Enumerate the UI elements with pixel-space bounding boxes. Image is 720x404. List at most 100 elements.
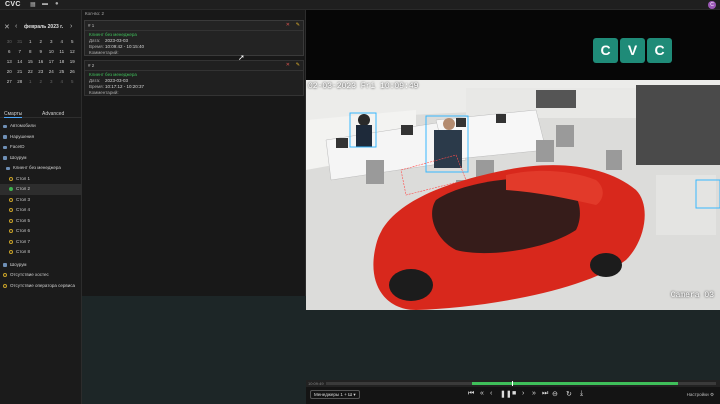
category-tree: Автомобили Нарушения FaceID Шоурум Клиен… xyxy=(0,121,82,291)
tree-item-table-2[interactable]: Стол 2 xyxy=(0,184,82,195)
tree-item-faceid[interactable]: FaceID xyxy=(0,142,82,153)
event-comment-row: Комментарий: xyxy=(89,90,119,95)
calendar-day[interactable]: 19 xyxy=(67,57,78,67)
calendar-day[interactable]: 12 xyxy=(67,47,78,57)
calendar-day[interactable]: 11 xyxy=(57,47,68,57)
download-icon[interactable]: ⤓ xyxy=(580,390,583,398)
top-bar: CVC ▦ ▬ ● C xyxy=(0,0,720,10)
forward-fast-icon[interactable]: » xyxy=(532,390,536,397)
empty-pane xyxy=(82,296,306,404)
calendar-day[interactable]: 10 xyxy=(46,47,57,57)
calendar-day[interactable]: 26 xyxy=(67,67,78,77)
skip-end-icon[interactable]: ⏭ xyxy=(542,390,548,398)
playhead[interactable] xyxy=(512,381,513,386)
skip-start-icon[interactable]: ⏮ xyxy=(468,390,474,398)
calendar-day[interactable]: 1 xyxy=(25,77,36,87)
calendar-row: 13 14 15 16 17 18 19 xyxy=(4,57,80,67)
left-sidebar: ✕ ‹ февраль 2023 г. › 30 31 1 2 3 4 5 6 … xyxy=(0,10,82,404)
next-arrow-icon[interactable]: › xyxy=(70,23,72,30)
timeline[interactable]: 10:09:49 xyxy=(306,380,720,387)
tree-item-cars[interactable]: Автомобили xyxy=(0,121,82,132)
calendar-day[interactable]: 16 xyxy=(36,57,47,67)
calendar-day[interactable]: 5 xyxy=(67,37,78,47)
pencil-icon[interactable]: ✎ xyxy=(296,62,300,68)
close-icon[interactable]: ✕ xyxy=(286,62,290,68)
calendar-day[interactable]: 27 xyxy=(4,77,15,87)
prev-arrow-icon[interactable]: ‹ xyxy=(15,23,17,30)
calendar-day[interactable]: 1 xyxy=(25,37,36,47)
calendar-day[interactable]: 3 xyxy=(46,77,57,87)
tab-advanced[interactable]: Advanced xyxy=(42,110,64,118)
calendar-day[interactable]: 14 xyxy=(15,57,26,67)
calendar-day[interactable]: 5 xyxy=(67,77,78,87)
pause-icon[interactable]: ❚❚ xyxy=(500,390,512,398)
recording-segment xyxy=(472,382,678,385)
folder-icon xyxy=(6,166,10,170)
event-card[interactable]: # 1 ✕ ✎ Клиент без менеджера Дата: 2023-0… xyxy=(84,20,304,56)
calendar-day[interactable]: 8 xyxy=(25,47,36,57)
tree-item-table-6[interactable]: Стол 6 xyxy=(0,226,82,237)
tree-item-no-service-operator[interactable]: Отсутствие оператора сервиса xyxy=(0,281,82,292)
calendar-day[interactable]: 30 xyxy=(4,37,15,47)
calendar-grid: 30 31 1 2 3 4 5 6 7 8 9 10 11 12 13 14 1… xyxy=(4,37,80,87)
grid-icon[interactable]: ▦ xyxy=(30,1,36,8)
tree-item-violations[interactable]: Нарушения xyxy=(0,132,82,143)
camera-frame[interactable]: 02-03-2023 Fri 10:09:49 Camera 03 xyxy=(306,80,720,310)
forward-icon[interactable]: › xyxy=(522,390,524,397)
empty-video-pane xyxy=(306,310,720,380)
calendar-day[interactable]: 7 xyxy=(15,47,26,57)
tree-item-table-1[interactable]: Стол 1 xyxy=(0,174,82,185)
calendar-day[interactable]: 9 xyxy=(36,47,47,57)
tree-item-no-hostess[interactable]: Отсутствие хостес xyxy=(0,270,82,281)
user-icon[interactable]: ● xyxy=(55,1,59,7)
calendar-day[interactable]: 13 xyxy=(4,57,15,67)
tree-item-table-4[interactable]: Стол 4 xyxy=(0,205,82,216)
status-dot-icon xyxy=(9,218,13,223)
settings-button[interactable]: Настройки ⚙ xyxy=(687,392,714,398)
calendar-day[interactable]: 15 xyxy=(25,57,36,67)
calendar-day[interactable]: 2 xyxy=(36,37,47,47)
tree-item-table-8[interactable]: Стол 8 xyxy=(0,247,82,258)
calendar-day[interactable]: 22 xyxy=(25,67,36,77)
refresh-icon[interactable]: ↻ xyxy=(566,390,572,398)
pencil-icon[interactable]: ✎ xyxy=(296,22,300,28)
calendar-day[interactable]: 2 xyxy=(36,77,47,87)
folder-icon xyxy=(3,135,7,139)
gear-icon: ⚙ xyxy=(709,392,714,397)
event-card[interactable]: # 2 ✕ ✎ Клиент без менеджера Дата: 2023-0… xyxy=(84,60,304,96)
calendar-day[interactable]: 3 xyxy=(46,37,57,47)
calendar-day[interactable]: 31 xyxy=(15,37,26,47)
car-icon[interactable]: ▬ xyxy=(42,1,48,7)
stream-select[interactable]: Менеджеры 1 + Ш ▾ xyxy=(310,390,360,399)
tree-item-table-5[interactable]: Стол 5 xyxy=(0,216,82,227)
calendar-day[interactable]: 24 xyxy=(46,67,57,77)
calendar-day[interactable]: 17 xyxy=(46,57,57,67)
event-comment-row: Комментарий: xyxy=(89,50,119,55)
rewind-fast-icon[interactable]: « xyxy=(480,390,484,397)
tree-item-table-3[interactable]: Стол 3 xyxy=(0,195,82,206)
tab-smarts[interactable]: Смарты xyxy=(4,110,23,118)
calendar-day[interactable]: 21 xyxy=(15,67,26,77)
sidebar-tabs: Смарты Advanced xyxy=(0,110,82,118)
timeline-track[interactable] xyxy=(326,381,716,386)
calendar-day[interactable]: 6 xyxy=(4,47,15,57)
calendar-day[interactable]: 18 xyxy=(57,57,68,67)
calendar-day[interactable]: 25 xyxy=(57,67,68,77)
zoom-out-icon[interactable]: ⊖ xyxy=(552,390,558,398)
rewind-icon[interactable]: ‹ xyxy=(490,390,492,397)
calendar-day[interactable]: 20 xyxy=(4,67,15,77)
card-divider xyxy=(85,70,303,71)
calendar-day[interactable]: 23 xyxy=(36,67,47,77)
calendar-day[interactable]: 28 xyxy=(15,77,26,87)
user-avatar[interactable]: C xyxy=(708,1,716,9)
stop-icon[interactable]: ■ xyxy=(512,390,516,397)
calendar-day[interactable]: 4 xyxy=(57,37,68,47)
calendar-month: февраль 2023 г. xyxy=(24,24,64,30)
prev-month-icon[interactable]: ✕ xyxy=(4,23,10,31)
tree-item-table-7[interactable]: Стол 7 xyxy=(0,237,82,248)
calendar-day[interactable]: 4 xyxy=(57,77,68,87)
tree-item-showroom[interactable]: Шоурум xyxy=(0,153,82,164)
tree-item-client-no-manager[interactable]: Клиент без менеджера xyxy=(0,163,82,174)
close-icon[interactable]: ✕ xyxy=(286,22,290,28)
tree-item-showroom-2[interactable]: Шоурум xyxy=(0,260,82,271)
